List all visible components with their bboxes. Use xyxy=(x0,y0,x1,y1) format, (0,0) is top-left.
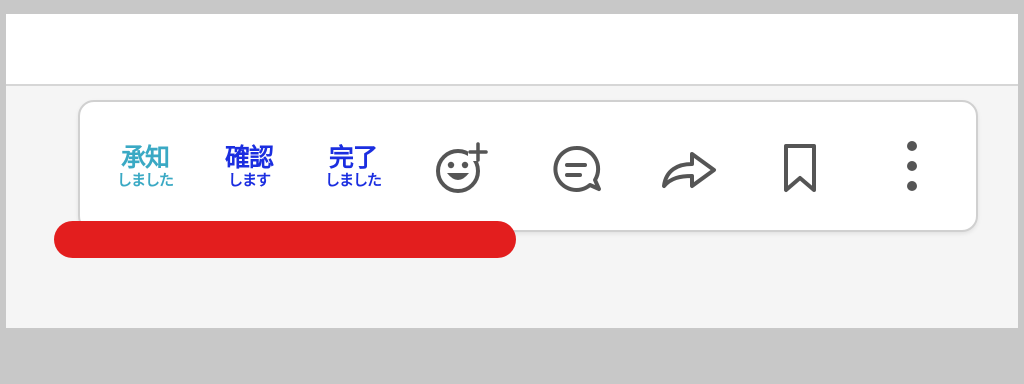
stamp-completed-line1: 完了 xyxy=(328,142,378,172)
message-header-band xyxy=(6,14,1018,86)
stamp-will-check-line2: します xyxy=(227,170,271,189)
add-reaction-button[interactable] xyxy=(430,140,494,196)
more-options-button[interactable] xyxy=(880,140,944,196)
share-icon xyxy=(662,152,716,188)
share-button[interactable] xyxy=(658,140,722,196)
stamp-will-check-button[interactable]: 確認 します xyxy=(214,135,284,197)
message-area: 承知 しました 確認 します 完了 しました xyxy=(6,14,1018,328)
comment-button[interactable] xyxy=(544,140,608,196)
stamp-acknowledged-button[interactable]: 承知 しました xyxy=(110,135,180,197)
stamp-completed-button[interactable]: 完了 しました xyxy=(318,135,388,197)
bookmark-button[interactable] xyxy=(768,140,832,196)
stamp-will-check-line1: 確認 xyxy=(224,142,274,172)
more-options-icon xyxy=(907,141,917,191)
stamp-completed-line2: しました xyxy=(324,170,382,189)
stamp-acknowledged-line1: 承知 xyxy=(120,142,170,172)
add-reaction-icon xyxy=(436,142,488,193)
stamp-acknowledged-line2: しました xyxy=(116,170,174,189)
red-highlight-bar xyxy=(54,221,516,258)
message-action-toolbar: 承知 しました 確認 します 完了 しました xyxy=(78,100,978,232)
bookmark-icon xyxy=(784,144,816,192)
comment-icon xyxy=(553,145,601,192)
